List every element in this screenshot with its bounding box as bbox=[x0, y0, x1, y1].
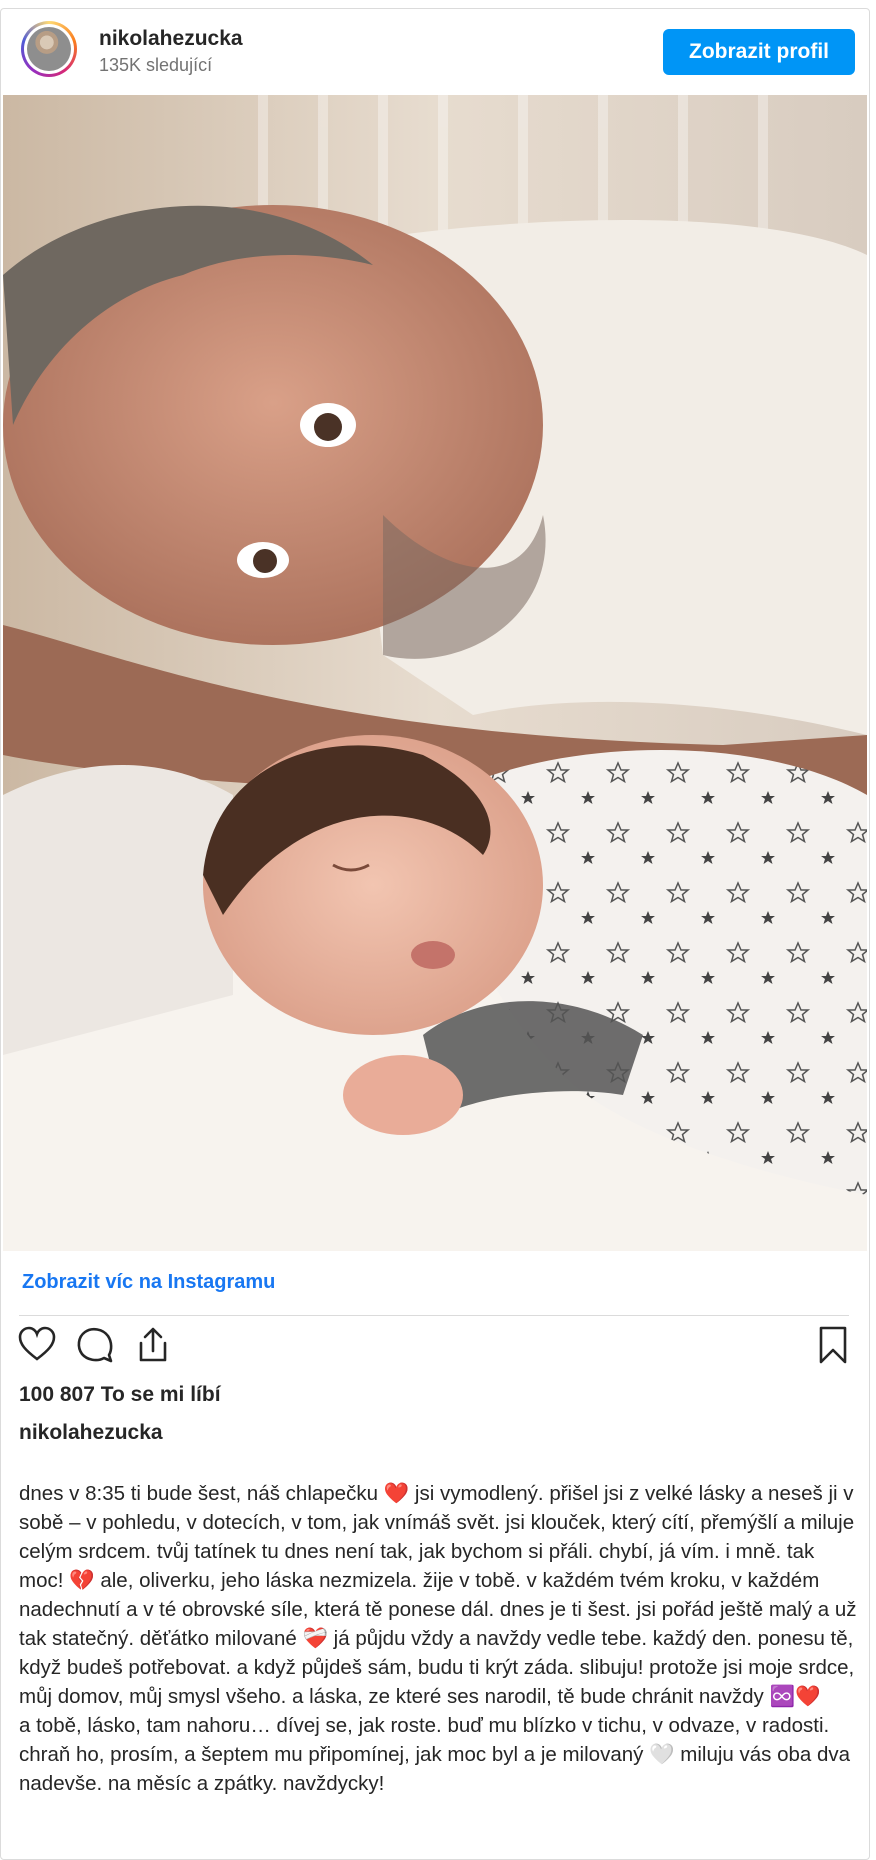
instagram-embed-card: nikolahezucka 135K sledující Zobrazit pr… bbox=[0, 8, 870, 1860]
view-more-on-instagram-link[interactable]: Zobrazit víc na Instagramu bbox=[22, 1271, 275, 1294]
view-profile-button[interactable]: Zobrazit profil bbox=[663, 29, 855, 75]
caption-paragraph: a tobě, lásko, tam nahoru… dívej se, jak… bbox=[19, 1714, 851, 1795]
comment-icon[interactable] bbox=[75, 1325, 115, 1365]
bookmark-icon[interactable] bbox=[813, 1325, 853, 1365]
post-photo[interactable] bbox=[3, 95, 867, 1251]
follower-count: 135K sledující bbox=[99, 55, 213, 75]
header-username[interactable]: nikolahezucka bbox=[99, 27, 243, 51]
like-count[interactable]: 100 807 To se mi líbí bbox=[19, 1383, 221, 1407]
avatar-photo bbox=[27, 27, 71, 71]
avatar[interactable] bbox=[21, 21, 77, 77]
divider bbox=[19, 1315, 849, 1316]
post-header: nikolahezucka 135K sledující Zobrazit pr… bbox=[1, 9, 869, 95]
post-caption: dnes v 8:35 ti bude šest, náš chlapečku … bbox=[19, 1479, 859, 1798]
caption-author[interactable]: nikolahezucka bbox=[19, 1421, 163, 1445]
caption-paragraph: dnes v 8:35 ti bude šest, náš chlapečku … bbox=[19, 1482, 857, 1708]
share-icon[interactable] bbox=[133, 1325, 173, 1365]
heart-icon[interactable] bbox=[17, 1325, 57, 1365]
